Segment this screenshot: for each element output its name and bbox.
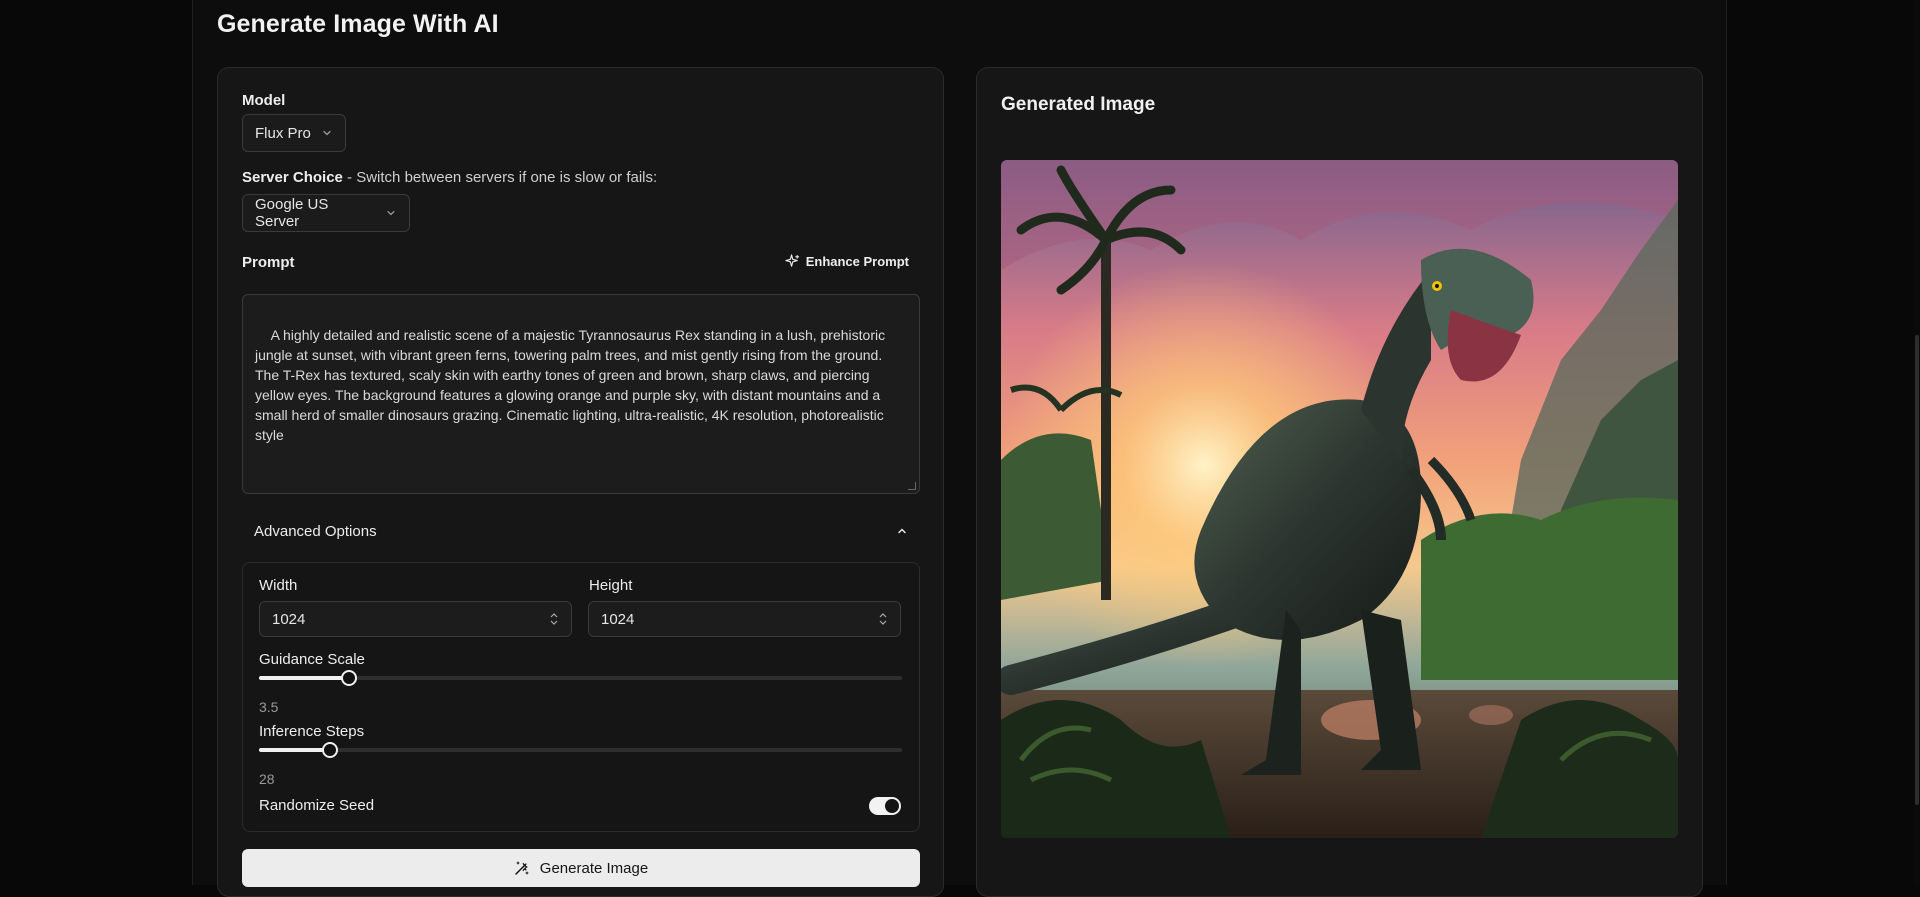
inference-steps-thumb[interactable]	[322, 742, 338, 758]
randomize-seed-label: Randomize Seed	[259, 797, 375, 814]
guidance-scale-label: Guidance Scale	[259, 651, 365, 668]
guidance-scale-slider[interactable]	[259, 670, 902, 686]
spinner-icon[interactable]	[878, 612, 888, 626]
model-label: Model	[242, 92, 286, 109]
chevron-up-icon	[898, 528, 906, 534]
randomize-seed-toggle[interactable]	[869, 797, 901, 815]
server-select[interactable]: Google US Server	[242, 194, 410, 232]
chevron-down-icon	[323, 130, 331, 136]
generated-image[interactable]	[1001, 160, 1678, 838]
generated-image-card: Generated Image	[976, 67, 1703, 897]
prompt-label: Prompt	[242, 254, 295, 271]
guidance-scale-value: 3.5	[259, 699, 279, 715]
guidance-scale-fill	[259, 676, 349, 680]
generation-form-card: Model Flux Pro Server Choice - Switch be…	[217, 67, 944, 897]
inference-steps-value: 28	[259, 771, 275, 787]
height-input[interactable]: 1024	[588, 601, 901, 637]
generated-image-title: Generated Image	[1001, 94, 1156, 115]
advanced-options-toggle[interactable]: Advanced Options	[242, 512, 920, 550]
server-label: Server Choice - Switch between servers i…	[242, 169, 657, 186]
inference-steps-fill	[259, 748, 330, 752]
model-select-value: Flux Pro	[255, 124, 311, 142]
generate-image-button[interactable]: Generate Image	[242, 849, 920, 887]
chevron-down-icon	[387, 210, 395, 216]
inference-steps-label: Inference Steps	[259, 723, 365, 740]
page-title: Generate Image With AI	[217, 10, 499, 38]
advanced-options-label: Advanced Options	[254, 522, 377, 540]
toggle-knob	[885, 799, 899, 813]
height-label: Height	[589, 577, 633, 594]
scrollbar-thumb[interactable]	[1915, 335, 1919, 805]
sparkles-icon	[785, 254, 799, 267]
model-select[interactable]: Flux Pro	[242, 114, 346, 152]
prompt-text: A highly detailed and realistic scene of…	[255, 327, 889, 443]
width-label: Width	[259, 577, 298, 594]
height-value: 1024	[601, 610, 635, 628]
enhance-prompt-button[interactable]: Enhance Prompt	[785, 254, 909, 269]
spinner-icon[interactable]	[549, 612, 559, 626]
server-hint: - Switch between servers if one is slow …	[342, 169, 658, 186]
width-value: 1024	[272, 610, 306, 628]
prompt-textarea[interactable]: A highly detailed and realistic scene of…	[242, 294, 920, 494]
page-scrollbar[interactable]	[1914, 0, 1920, 885]
server-label-text: Server Choice	[242, 169, 343, 186]
resize-handle-icon[interactable]	[908, 482, 916, 490]
magic-wand-icon	[515, 861, 529, 875]
server-select-value: Google US Server	[255, 196, 329, 230]
guidance-scale-thumb[interactable]	[341, 670, 357, 686]
inference-steps-slider[interactable]	[259, 742, 902, 758]
width-input[interactable]: 1024	[259, 601, 572, 637]
advanced-options-panel: Width 1024 Height 1024 Guidance Scale 3.…	[242, 562, 920, 832]
enhance-prompt-label: Enhance Prompt	[805, 254, 909, 269]
t-rex-image	[1001, 160, 1678, 838]
generate-image-label: Generate Image	[539, 859, 649, 877]
